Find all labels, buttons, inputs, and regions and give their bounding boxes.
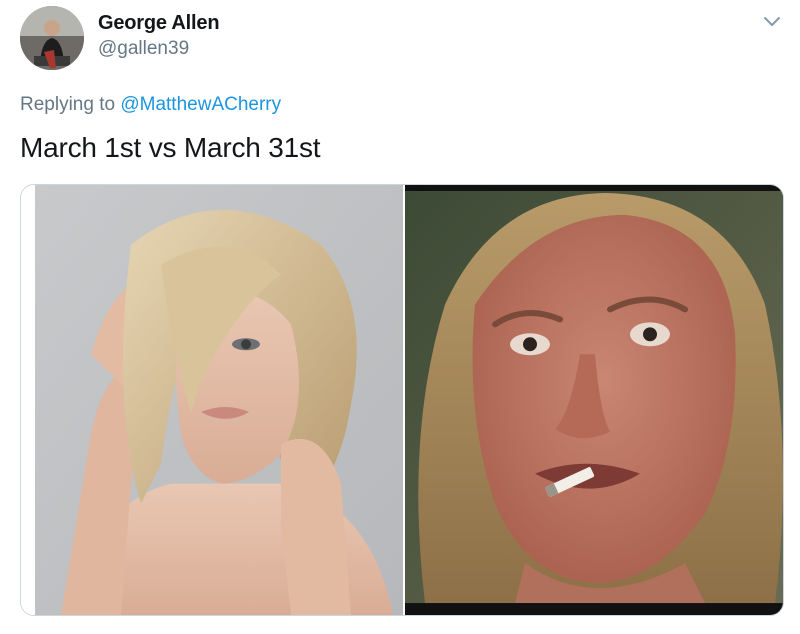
reply-mention-link[interactable]: @MatthewACherry (120, 94, 281, 115)
chevron-down-icon[interactable] (760, 10, 784, 34)
glamour-portrait-photo[interactable] (21, 185, 403, 615)
author-display-name[interactable]: George Allen (98, 12, 220, 35)
tweet-card: George Allen @gallen39 Replying to @Matt… (0, 0, 800, 634)
tweet-text: March 1st vs March 31st (20, 132, 321, 163)
author-handle[interactable]: @gallen39 (98, 38, 189, 60)
tweet-media (20, 184, 784, 616)
avatar-photo-icon (20, 6, 84, 70)
author-avatar[interactable] (20, 6, 84, 70)
disheveled-portrait-photo[interactable] (405, 185, 783, 615)
reply-context: Replying to @MatthewACherry (20, 94, 281, 116)
reply-prefix: Replying to (20, 94, 116, 115)
